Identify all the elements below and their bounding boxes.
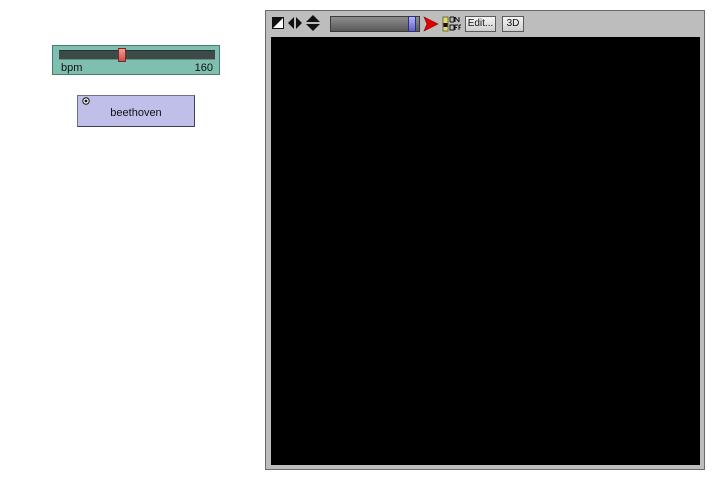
speed-slider-thumb[interactable] [408, 16, 416, 32]
bpm-slider-thumb[interactable] [118, 48, 126, 62]
play-arrow-icon[interactable] [423, 16, 439, 32]
world-view-canvas[interactable] [271, 37, 700, 465]
bpm-slider-label: bpm [61, 62, 83, 74]
beethoven-button[interactable]: beethoven [77, 95, 195, 127]
view-window: Edit... 3D [265, 10, 705, 470]
bpm-slider-value: 160 [194, 62, 213, 74]
3d-button[interactable]: 3D [502, 16, 524, 32]
edit-button[interactable]: Edit... [465, 16, 496, 32]
view-toolbar: Edit... 3D [266, 11, 704, 37]
forever-icon [82, 97, 90, 105]
beethoven-button-label: beethoven [110, 107, 162, 119]
on-off-switch-icon[interactable] [442, 15, 462, 33]
bpm-slider[interactable]: bpm 160 [52, 45, 220, 75]
horizontal-arrows-icon[interactable] [288, 17, 302, 29]
shape-toggle-icon[interactable] [272, 17, 284, 29]
speed-slider[interactable] [330, 16, 420, 32]
vertical-arrows-icon[interactable] [306, 15, 320, 31]
bpm-slider-track[interactable] [59, 48, 215, 62]
